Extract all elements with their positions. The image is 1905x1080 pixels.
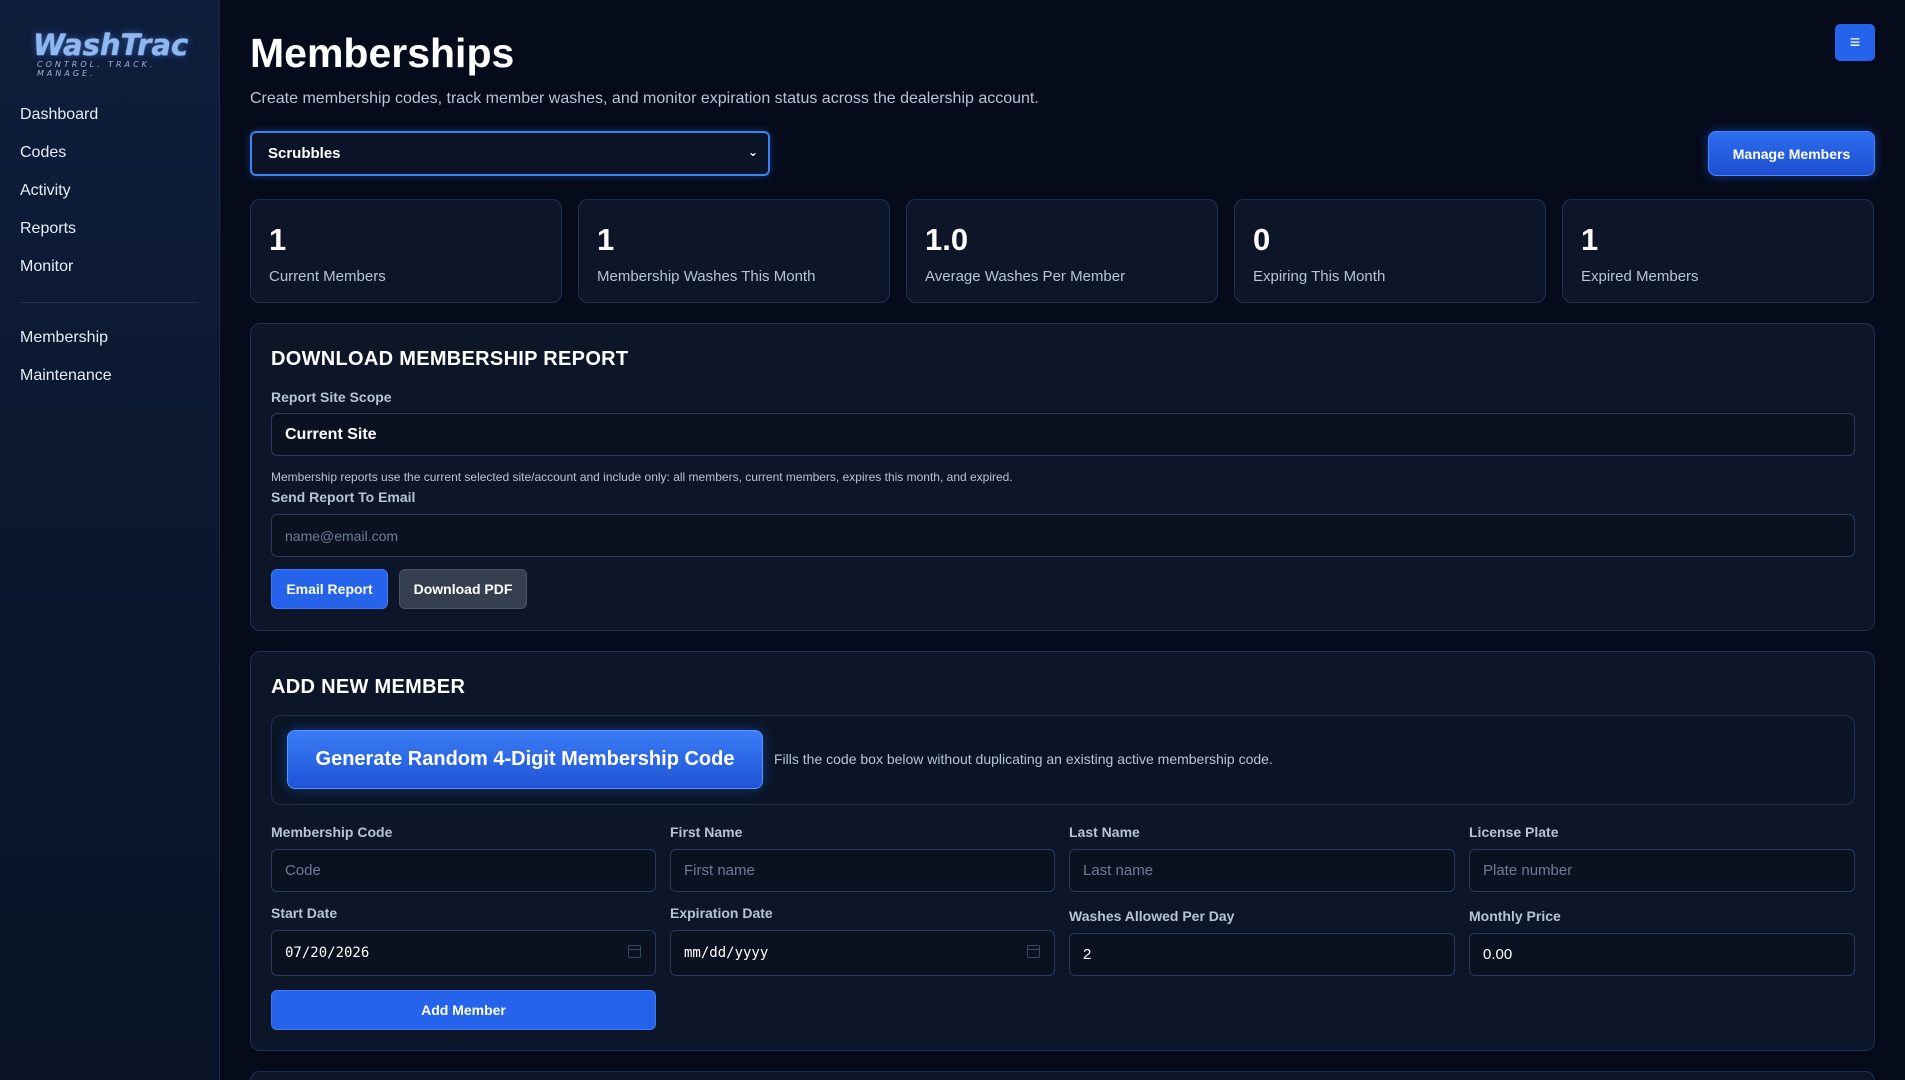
stat-label: Expiring This Month bbox=[1253, 268, 1386, 285]
menu-button[interactable]: ≡ bbox=[1835, 24, 1875, 61]
add-member-card: ADD NEW MEMBER Generate Random 4-Digit M… bbox=[250, 651, 1875, 1051]
monthly-price-input[interactable]: 0.00 bbox=[1469, 933, 1855, 976]
report-card: DOWNLOAD MEMBERSHIP REPORT Report Site S… bbox=[250, 323, 1875, 631]
stat-card-current-members: 1 Current Members bbox=[250, 199, 562, 303]
scope-select[interactable]: Current Site bbox=[271, 413, 1855, 456]
logo-tagline: CONTROL. TRACK. MANAGE. bbox=[37, 60, 156, 78]
download-pdf-button[interactable]: Download PDF bbox=[399, 569, 527, 609]
manage-members-button[interactable]: Manage Members bbox=[1708, 131, 1875, 176]
expiration-date-label: Expiration Date bbox=[670, 905, 773, 921]
sidebar-item-monitor[interactable]: Monitor bbox=[0, 248, 220, 286]
calendar-icon[interactable] bbox=[628, 945, 641, 958]
page-subtitle: Create membership codes, track member wa… bbox=[250, 90, 1039, 107]
stat-value: 1 bbox=[1581, 222, 1599, 257]
stat-card-average-washes: 1.0 Average Washes Per Member bbox=[906, 199, 1218, 303]
site-select-value: Scrubbles bbox=[268, 145, 341, 162]
code-input[interactable]: Code bbox=[271, 849, 656, 892]
stat-label: Membership Washes This Month bbox=[597, 268, 816, 285]
stat-card-expiring-this-month: 0 Expiring This Month bbox=[1234, 199, 1546, 303]
plate-input[interactable]: Plate number bbox=[1469, 849, 1855, 892]
sidebar-nav: Dashboard Codes Activity Reports Monitor… bbox=[0, 96, 220, 395]
first-name-label: First Name bbox=[670, 824, 743, 840]
sidebar-item-codes[interactable]: Codes bbox=[0, 134, 220, 172]
sidebar: WashTrac CONTROL. TRACK. MANAGE. Dashboa… bbox=[0, 0, 220, 1080]
last-name-input[interactable]: Last name bbox=[1069, 849, 1455, 892]
add-member-button[interactable]: Add Member bbox=[271, 990, 656, 1030]
sidebar-item-reports[interactable]: Reports bbox=[0, 210, 220, 248]
stats-row: 1 Current Members 1 Membership Washes Th… bbox=[250, 199, 1875, 303]
washes-per-day-label: Washes Allowed Per Day bbox=[1069, 908, 1235, 924]
start-date-input[interactable]: 07/20/2026 bbox=[271, 930, 656, 976]
next-section-card bbox=[250, 1071, 1875, 1080]
expiration-date-input[interactable]: mm/dd/yyyy bbox=[670, 930, 1055, 976]
start-date-label: Start Date bbox=[271, 905, 338, 921]
stat-value: 1 bbox=[597, 222, 615, 257]
washes-per-day-input[interactable]: 2 bbox=[1069, 933, 1455, 976]
sidebar-item-dashboard[interactable]: Dashboard bbox=[0, 96, 220, 134]
sidebar-item-membership[interactable]: Membership bbox=[0, 319, 220, 357]
start-date-value: 07/20/2026 bbox=[285, 945, 370, 961]
stat-card-expired-members: 1 Expired Members bbox=[1562, 199, 1874, 303]
add-member-title: ADD NEW MEMBER bbox=[271, 676, 466, 698]
last-name-label: Last Name bbox=[1069, 824, 1140, 840]
email-report-button[interactable]: Email Report bbox=[271, 569, 388, 609]
chevron-down-icon: ⌄ bbox=[747, 145, 758, 159]
hamburger-icon: ≡ bbox=[1849, 32, 1861, 52]
scope-label: Report Site Scope bbox=[271, 389, 392, 405]
monthly-price-label: Monthly Price bbox=[1469, 908, 1561, 924]
expiration-date-value: mm/dd/yyyy bbox=[684, 945, 769, 961]
stat-value: 1 bbox=[269, 222, 287, 257]
stat-card-washes-this-month: 1 Membership Washes This Month bbox=[578, 199, 890, 303]
scope-note: Membership reports use the current selec… bbox=[271, 470, 1013, 484]
generate-code-panel: Generate Random 4-Digit Membership Code … bbox=[271, 715, 1855, 805]
report-title: DOWNLOAD MEMBERSHIP REPORT bbox=[271, 348, 629, 370]
stat-value: 0 bbox=[1253, 222, 1271, 257]
calendar-icon[interactable] bbox=[1027, 945, 1040, 958]
logo-text: WashTrac bbox=[33, 28, 189, 62]
sidebar-item-activity[interactable]: Activity bbox=[0, 172, 220, 210]
sidebar-divider bbox=[20, 302, 198, 303]
sidebar-item-maintenance[interactable]: Maintenance bbox=[0, 357, 220, 395]
page-title: Memberships bbox=[250, 30, 515, 76]
logo[interactable]: WashTrac CONTROL. TRACK. MANAGE. bbox=[33, 28, 189, 78]
stat-label: Expired Members bbox=[1581, 268, 1699, 285]
site-select[interactable]: Scrubbles ⌄ bbox=[250, 131, 770, 176]
email-input[interactable]: name@email.com bbox=[271, 514, 1855, 557]
stat-label: Average Washes Per Member bbox=[925, 268, 1126, 285]
stat-value: 1.0 bbox=[925, 222, 969, 257]
first-name-input[interactable]: First name bbox=[670, 849, 1055, 892]
generate-helper: Fills the code box below without duplica… bbox=[774, 751, 1273, 767]
code-label: Membership Code bbox=[271, 824, 393, 840]
stat-label: Current Members bbox=[269, 268, 386, 285]
generate-code-button[interactable]: Generate Random 4-Digit Membership Code bbox=[287, 730, 763, 789]
plate-label: License Plate bbox=[1469, 824, 1559, 840]
email-label: Send Report To Email bbox=[271, 489, 416, 505]
